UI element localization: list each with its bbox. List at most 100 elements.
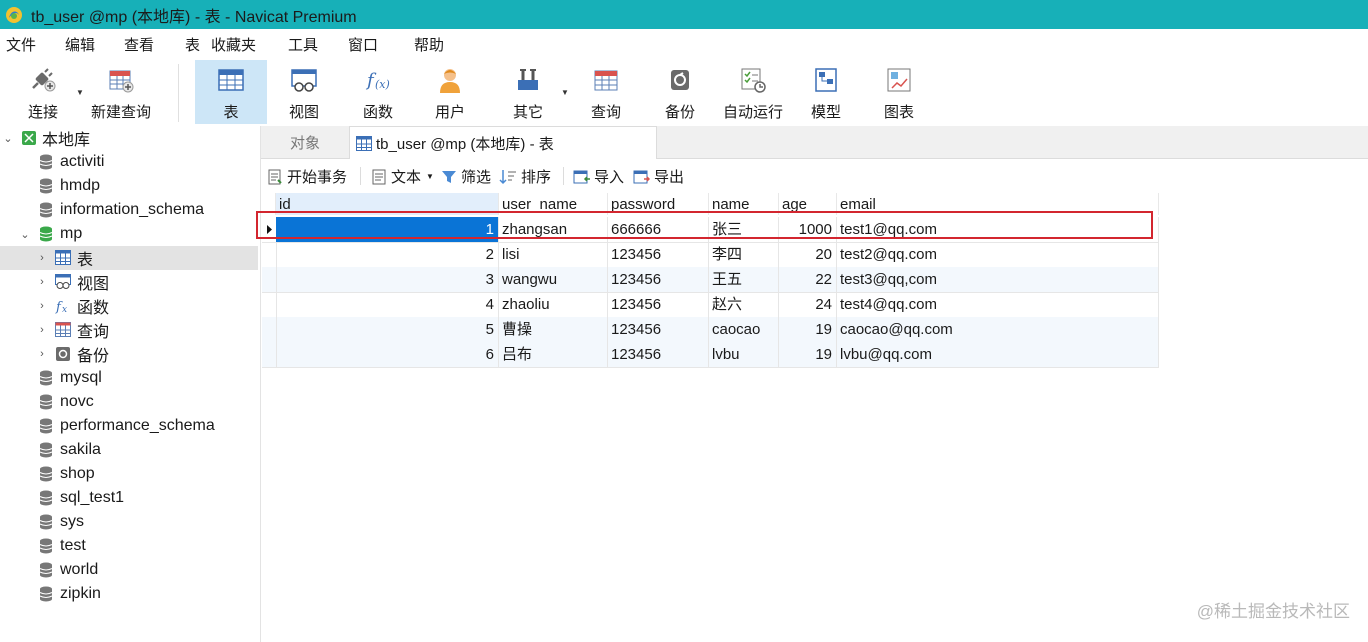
tree-db-mp[interactable]: ⌄ mp — [0, 222, 258, 246]
table-row[interactable]: 3 wangwu 123456 王五 22 test3@qq,com — [262, 267, 1159, 293]
cell-user-name[interactable]: zhaoliu — [499, 292, 608, 317]
cell-age[interactable]: 24 — [779, 292, 837, 317]
cell-name[interactable]: 王五 — [709, 267, 779, 292]
tree-db-information-schema[interactable]: information_schema — [0, 198, 258, 222]
text-dropdown-icon[interactable]: ▼ — [426, 172, 434, 181]
tree-mp-queries[interactable]: › 查询 — [0, 318, 258, 342]
cell-id[interactable]: 2 — [276, 242, 499, 267]
menu-tools[interactable]: 工具 — [288, 34, 318, 55]
function-button[interactable]: f (x) 函数 — [356, 60, 400, 124]
menu-file[interactable]: 文件 — [6, 34, 36, 55]
chevron-right-icon[interactable]: › — [36, 252, 48, 264]
cell-user-name[interactable]: 吕布 — [499, 342, 608, 367]
cell-email[interactable]: lvbu@qq.com — [837, 342, 1159, 367]
export-button[interactable]: 导出 — [633, 166, 684, 187]
tree-db-test[interactable]: test — [0, 534, 258, 558]
chevron-right-icon[interactable]: › — [36, 300, 48, 312]
cell-password[interactable]: 123456 — [608, 242, 709, 267]
chevron-down-icon[interactable]: ⌄ — [19, 228, 31, 241]
tree-db-mysql[interactable]: mysql — [0, 366, 258, 390]
table-row[interactable]: 5 曹操 123456 caocao 19 caocao@qq.com — [262, 317, 1159, 343]
begin-transaction-button[interactable]: 开始事务 — [267, 166, 347, 187]
automation-button[interactable]: 自动运行 — [720, 60, 786, 124]
tab-tb-user[interactable]: tb_user @mp (本地库) - 表 — [349, 126, 657, 159]
cell-email[interactable]: test2@qq.com — [837, 242, 1159, 267]
user-button[interactable]: 用户 — [428, 60, 472, 124]
table-row[interactable]: 2 lisi 123456 李四 20 test2@qq.com — [262, 242, 1159, 268]
tree-db-sakila[interactable]: sakila — [0, 438, 258, 462]
cell-name[interactable]: 赵六 — [709, 292, 779, 317]
cell-name[interactable]: lvbu — [709, 342, 779, 367]
row-indicator — [262, 242, 277, 267]
tree-db-sql-test1[interactable]: sql_test1 — [0, 486, 258, 510]
cell-password[interactable]: 123456 — [608, 292, 709, 317]
chevron-down-icon[interactable]: ⌄ — [2, 132, 14, 145]
menu-favorites[interactable]: 收藏夹 — [211, 34, 256, 55]
cell-name[interactable]: 李四 — [709, 242, 779, 267]
backup-icon — [56, 347, 70, 361]
cell-name[interactable]: caocao — [709, 317, 779, 342]
menu-view[interactable]: 查看 — [124, 34, 154, 55]
tree-db-novc[interactable]: novc — [0, 390, 258, 414]
cell-id[interactable]: 6 — [276, 342, 499, 367]
tree-db-world[interactable]: world — [0, 558, 258, 582]
cell-email[interactable]: test3@qq,com — [837, 267, 1159, 292]
cell-password[interactable]: 123456 — [608, 267, 709, 292]
toolbar-separator — [360, 167, 361, 185]
tree-db-sys[interactable]: sys — [0, 510, 258, 534]
tree-mp-functions[interactable]: › fx 函数 — [0, 294, 258, 318]
view-button[interactable]: 视图 — [282, 60, 326, 124]
cell-user-name[interactable]: wangwu — [499, 267, 608, 292]
sort-button[interactable]: 排序 — [499, 166, 551, 187]
cell-password[interactable]: 123456 — [608, 342, 709, 367]
cell-id[interactable]: 4 — [276, 292, 499, 317]
tree-db-zipkin[interactable]: zipkin — [0, 582, 258, 606]
tree-mp-tables[interactable]: › 表 — [0, 246, 258, 270]
model-button[interactable]: 模型 — [804, 60, 848, 124]
cell-age[interactable]: 22 — [779, 267, 837, 292]
chevron-right-icon[interactable]: › — [36, 324, 48, 336]
tree-db-performance-schema[interactable]: performance_schema — [0, 414, 258, 438]
chart-icon — [887, 68, 911, 92]
table-button[interactable]: 表 — [195, 60, 267, 124]
connect-dropdown-icon[interactable]: ▼ — [76, 88, 84, 97]
tree-mp-backups[interactable]: › 备份 — [0, 342, 258, 366]
automation-icon — [741, 68, 766, 93]
other-dropdown-icon[interactable]: ▼ — [561, 88, 569, 97]
cell-id[interactable]: 3 — [276, 267, 499, 292]
cell-user-name[interactable]: lisi — [499, 242, 608, 267]
cell-email[interactable]: test4@qq.com — [837, 292, 1159, 317]
cell-user-name[interactable]: 曹操 — [499, 317, 608, 342]
cell-age[interactable]: 19 — [779, 342, 837, 367]
tab-objects[interactable]: 对象 — [261, 126, 349, 158]
menu-edit[interactable]: 编辑 — [65, 34, 95, 55]
connect-button[interactable]: 连接 — [22, 60, 64, 124]
cell-password[interactable]: 123456 — [608, 317, 709, 342]
chevron-right-icon[interactable]: › — [36, 348, 48, 360]
cell-email[interactable]: caocao@qq.com — [837, 317, 1159, 342]
tree-root-connection[interactable]: ⌄ 本地库 — [0, 126, 258, 150]
table-row[interactable]: 6 吕布 123456 lvbu 19 lvbu@qq.com — [262, 342, 1159, 368]
begin-transaction-label: 开始事务 — [287, 169, 348, 186]
backup-button[interactable]: 备份 — [658, 60, 702, 124]
menu-window[interactable]: 窗口 — [348, 34, 378, 55]
table-row[interactable]: 4 zhaoliu 123456 赵六 24 test4@qq.com — [262, 292, 1159, 318]
menu-help[interactable]: 帮助 — [414, 34, 444, 55]
tree-mp-views[interactable]: › 视图 — [0, 270, 258, 294]
filter-button[interactable]: 筛选 — [441, 166, 491, 187]
other-button[interactable]: 其它 — [506, 60, 550, 124]
menu-table[interactable]: 表 — [185, 34, 200, 55]
tree-db-hmdp[interactable]: hmdp — [0, 174, 258, 198]
chevron-right-icon[interactable]: › — [36, 276, 48, 288]
cell-age[interactable]: 20 — [779, 242, 837, 267]
new-query-button[interactable]: 新建查询 — [88, 60, 154, 124]
chart-button[interactable]: 图表 — [877, 60, 921, 124]
cell-id[interactable]: 5 — [276, 317, 499, 342]
query-button[interactable]: 查询 — [584, 60, 628, 124]
cell-age[interactable]: 19 — [779, 317, 837, 342]
import-button[interactable]: 导入 — [573, 166, 624, 187]
text-button[interactable]: 文本 ▼ — [371, 166, 434, 187]
tree-db-activiti[interactable]: activiti — [0, 150, 258, 174]
table-icon — [55, 250, 71, 265]
tree-db-shop[interactable]: shop — [0, 462, 258, 486]
